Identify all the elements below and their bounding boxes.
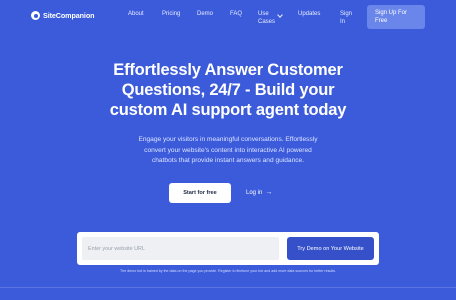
nav-link-about[interactable]: About [128, 10, 144, 18]
logo-text: SiteCompanion [43, 11, 95, 20]
hero-title-line3: custom AI support agent today [109, 101, 347, 119]
hero-subtitle-line2: convert your website's content into inte… [144, 146, 312, 154]
demo-form: Try Demo on Your Website [77, 232, 379, 265]
top-navigation: SiteCompanion About Pricing Demo FAQ Use… [0, 0, 456, 34]
chevron-down-icon [277, 12, 283, 18]
demo-disclaimer: The demo bot is trained by the data on t… [120, 269, 336, 273]
log-in-label: Log in [246, 189, 263, 196]
nav-use-cases-line2: Cases [258, 19, 276, 25]
try-demo-button[interactable]: Try Demo on Your Website [287, 237, 374, 260]
hero-subtitle: Engage your visitors in meaningful conve… [120, 135, 336, 167]
sign-in-line2: In [340, 19, 346, 25]
start-for-free-button[interactable]: Start for free [169, 183, 231, 203]
nav-link-faq[interactable]: FAQ [230, 10, 242, 18]
hero-subtitle-line3: chatbots that provide instant answers an… [151, 157, 305, 164]
hero-title-line1: Effortlessly Answer Customer [113, 61, 343, 79]
nav-use-cases-line1: Use [258, 11, 269, 17]
logo[interactable]: SiteCompanion [31, 11, 95, 20]
signup-line1: Sign Up For [375, 10, 408, 16]
log-in-link[interactable]: Log in → [246, 189, 272, 196]
website-url-input[interactable] [82, 237, 279, 260]
logo-icon [31, 11, 40, 20]
sign-in-line1: Sign [340, 11, 353, 17]
nav-use-cases-label: Use Cases [258, 10, 275, 26]
hero-title-line2: Questions, 24/7 - Build your [121, 81, 335, 99]
nav-link-pricing[interactable]: Pricing [162, 10, 180, 18]
signup-button[interactable]: Sign Up For Free [367, 5, 425, 29]
nav-link-sign-in[interactable]: Sign In [340, 10, 352, 26]
divider [0, 287, 456, 288]
arrow-right-icon: → [265, 189, 273, 196]
hero-subtitle-line1: Engage your visitors in meaningful conve… [138, 136, 318, 143]
nav-use-cases-dropdown[interactable]: Use Cases [258, 10, 283, 26]
nav-link-demo[interactable]: Demo [197, 10, 213, 18]
signup-line2: Free [375, 18, 388, 24]
nav-link-updates[interactable]: Updates [298, 10, 320, 18]
hero-title: Effortlessly Answer Customer Questions, … [78, 60, 378, 120]
